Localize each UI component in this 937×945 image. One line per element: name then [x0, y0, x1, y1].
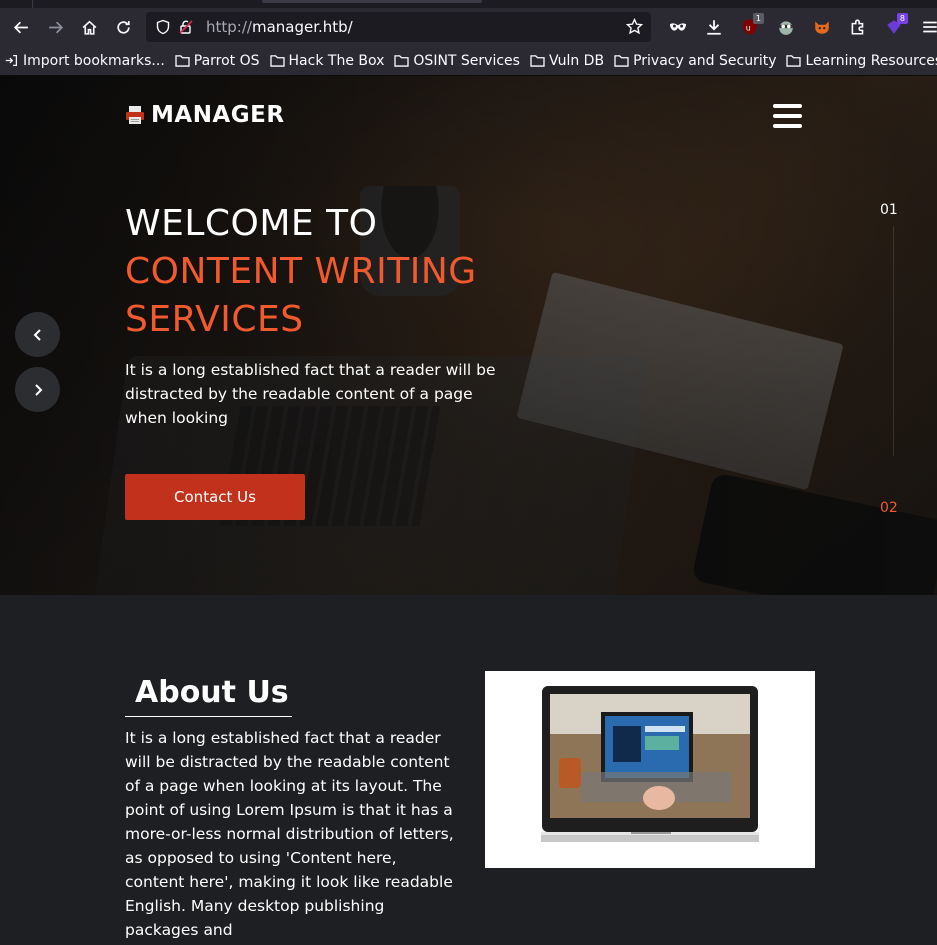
hero-headline: WELCOME TO CONTENT WRITING SERVICES — [125, 200, 477, 344]
bookmark-label: Hack The Box — [288, 52, 385, 69]
ublock-badge: 1 — [752, 13, 764, 24]
private-mask-button[interactable] — [660, 12, 696, 42]
folder-icon — [614, 55, 629, 67]
slide-indicator-line — [893, 226, 894, 456]
printer-icon — [126, 106, 144, 124]
slide-indicator-02[interactable]: 02 — [880, 500, 898, 516]
about-title: About Us — [135, 675, 289, 710]
insecure-lock-icon[interactable] — [177, 18, 195, 36]
extension-badge: 8 — [896, 13, 908, 24]
svg-text:u: u — [746, 23, 751, 32]
hero-headline-line3: SERVICES — [125, 299, 304, 340]
active-tab-indicator[interactable] — [262, 0, 482, 3]
extensions-button[interactable] — [840, 12, 876, 42]
folder-icon — [394, 55, 410, 67]
hero-description: It is a long established fact that a rea… — [125, 361, 496, 427]
bookmark-import[interactable]: Import bookmarks... — [4, 53, 165, 69]
folder-icon — [175, 55, 190, 67]
mask-icon — [669, 23, 687, 31]
bookmark-folder-osint[interactable]: OSINT Services — [394, 53, 520, 69]
bookmark-label: Privacy and Security — [633, 52, 777, 69]
slide-indicator-01[interactable]: 01 — [880, 202, 898, 218]
bookmark-label: Parrot OS — [193, 52, 260, 69]
contact-us-button[interactable]: Contact Us — [125, 474, 305, 520]
address-bar[interactable]: http://manager.htb/ — [146, 12, 651, 42]
back-button[interactable] — [6, 12, 36, 42]
about-description: It is a long established fact that a rea… — [125, 729, 454, 939]
ublock-button[interactable]: u 1 — [732, 12, 768, 42]
bookmark-folder-vuln-db[interactable]: Vuln DB — [530, 53, 604, 69]
folder-icon — [786, 55, 802, 67]
laptop-illustration — [541, 686, 759, 844]
downloads-button[interactable] — [696, 12, 732, 42]
spy-face-icon — [779, 21, 793, 35]
url-scheme: http:// — [206, 18, 252, 36]
url-text[interactable]: http://manager.htb/ — [206, 18, 353, 36]
folder-icon — [530, 55, 545, 67]
bookmark-label: OSINT Services — [413, 52, 520, 69]
hamburger-bar — [773, 104, 802, 108]
home-button[interactable] — [74, 12, 104, 42]
arrow-right-icon — [48, 21, 63, 33]
site-brand-name: MANAGER — [151, 102, 285, 128]
puzzle-icon — [851, 19, 864, 35]
shield-icon[interactable] — [154, 18, 172, 36]
bookmark-folder-learning[interactable]: Learning Resources — [786, 53, 937, 69]
tab-separator — [32, 0, 33, 8]
reload-button[interactable] — [108, 12, 138, 42]
bookmark-label: Import bookmarks... — [23, 52, 165, 69]
about-image — [485, 671, 815, 868]
toolbar-extensions: u 1 8 — [660, 12, 937, 42]
url-host: manager.htb/ — [251, 18, 353, 36]
hamburger-bar — [773, 124, 802, 128]
fox-extension-button[interactable] — [804, 12, 840, 42]
bookmark-folder-privacy[interactable]: Privacy and Security — [614, 53, 776, 69]
bookmark-star-icon[interactable] — [625, 17, 644, 39]
purple-extension-button[interactable]: 8 — [876, 12, 912, 42]
reload-icon — [116, 20, 130, 34]
folder-icon — [269, 55, 285, 67]
chevron-left-icon — [33, 328, 41, 341]
about-section: About Us It is a long established fact t… — [0, 595, 937, 944]
menu-icon — [923, 21, 937, 33]
arrow-left-icon — [13, 21, 28, 33]
app-menu-button[interactable] — [912, 12, 937, 42]
download-icon — [707, 20, 721, 35]
carousel-prev-button[interactable] — [15, 312, 60, 357]
hamburger-bar — [773, 114, 802, 118]
site-menu-toggle[interactable] — [773, 104, 802, 128]
hero-headline-line1: WELCOME TO — [125, 203, 378, 244]
bookmark-label: Learning Resources — [805, 52, 937, 69]
bookmarks-bar: Import bookmarks... Parrot OS Hack The B… — [0, 46, 937, 76]
site-logo[interactable]: MANAGER — [125, 102, 285, 128]
bookmark-label: Vuln DB — [548, 52, 605, 69]
bookmark-folder-hack-the-box[interactable]: Hack The Box — [269, 52, 385, 69]
about-title-underline — [125, 716, 292, 717]
home-icon — [82, 20, 96, 35]
hero-headline-line2: CONTENT WRITING — [125, 251, 477, 292]
carousel-next-button[interactable] — [15, 367, 60, 412]
bookmark-folder-parrot-os[interactable]: Parrot OS — [175, 53, 260, 69]
tab-strip — [0, 0, 937, 8]
browser-toolbar: http://manager.htb/ u 1 8 — [0, 8, 937, 46]
forward-button[interactable] — [40, 12, 70, 42]
spy-extension-button[interactable] — [768, 12, 804, 42]
import-icon — [5, 55, 17, 66]
chevron-right-icon — [34, 383, 42, 396]
fox-icon — [815, 21, 829, 34]
hero-section: MANAGER WELCOME TO CONTENT WRITING SERVI… — [0, 76, 937, 595]
